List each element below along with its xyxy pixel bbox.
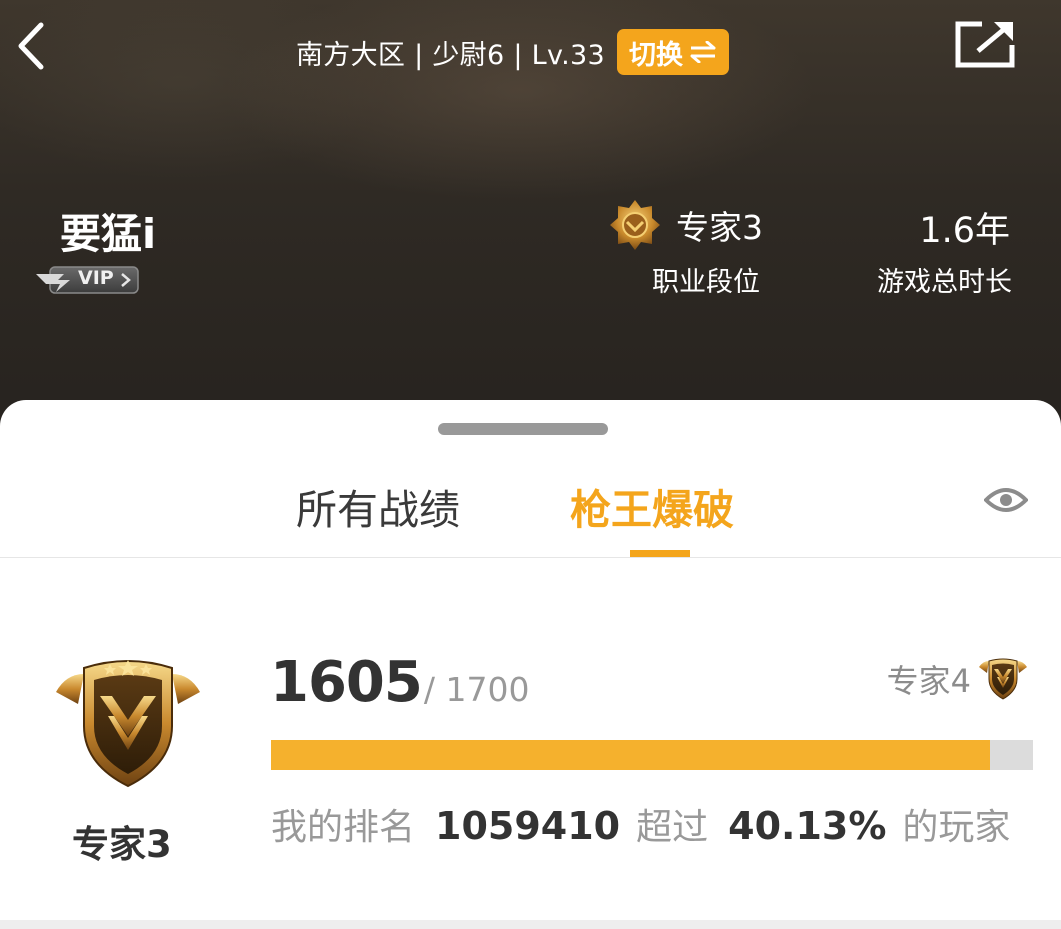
share-button[interactable] (952, 18, 1018, 70)
server-info-row: 南方大区 | 少尉6 | Lv.33 切换 (296, 29, 729, 75)
playtime-stat: 1.6年 游戏总时长 (858, 198, 1018, 308)
score-max: / 1700 (423, 670, 530, 709)
server-info-text: 南方大区 | 少尉6 | Lv.33 (296, 39, 605, 71)
back-button[interactable] (10, 18, 50, 74)
playtime-value: 1.6年 (919, 211, 1010, 251)
career-rank-value: 专家3 (676, 208, 763, 247)
bottom-divider (0, 920, 1061, 929)
next-rank: 专家4 (887, 656, 1029, 702)
tab-divider (0, 557, 1061, 558)
tab-gun-king-demolition[interactable]: 枪王爆破 (570, 476, 734, 536)
score-current: 1605 (270, 650, 423, 715)
players-label: 的玩家 (902, 807, 1011, 848)
score-row: 1605 / 1700 (270, 650, 529, 715)
stats-sheet: 所有战绩 枪王爆破 专家3 1605 / 1700 专家4 我的排名 10594… (0, 400, 1061, 920)
active-tab-indicator (630, 550, 690, 557)
playtime-label: 游戏总时长 (877, 267, 1012, 298)
drag-handle[interactable] (438, 423, 608, 435)
swap-arrows-icon (690, 41, 716, 63)
exceed-value: 40.13% (728, 804, 887, 848)
player-name: 要猛i (60, 210, 157, 258)
next-rank-label: 专家4 (886, 662, 971, 700)
share-external-icon (955, 21, 1015, 68)
career-rank-label: 职业段位 (652, 267, 760, 298)
switch-button[interactable]: 切换 (616, 29, 729, 75)
exceed-label: 超过 (636, 807, 709, 848)
ranking-value: 1059410 (435, 804, 621, 848)
chevron-left-icon (18, 22, 44, 70)
rank-progress-bar (271, 740, 1033, 770)
tab-all-records[interactable]: 所有战绩 (296, 476, 460, 536)
rank-medal-icon (610, 200, 660, 250)
eye-icon (984, 488, 1028, 512)
rank-emblem-icon (56, 660, 200, 788)
next-rank-emblem-icon (979, 658, 1027, 700)
current-rank-name: 专家3 (72, 823, 172, 866)
vip-label: VIP (78, 267, 114, 289)
career-rank-stat: 专家3 职业段位 (608, 198, 778, 308)
profile-header: 南方大区 | 少尉6 | Lv.33 切换 要猛i VIP 专家3 职业段位 1… (0, 0, 1061, 430)
ranking-summary: 我的排名 1059410 超过 40.13% 的玩家 (271, 798, 1010, 850)
vip-badge[interactable]: VIP (34, 264, 140, 296)
ranking-label: 我的排名 (271, 807, 416, 848)
switch-label: 切换 (628, 39, 683, 71)
visibility-toggle[interactable] (982, 480, 1030, 520)
rank-progress-fill (271, 740, 991, 770)
